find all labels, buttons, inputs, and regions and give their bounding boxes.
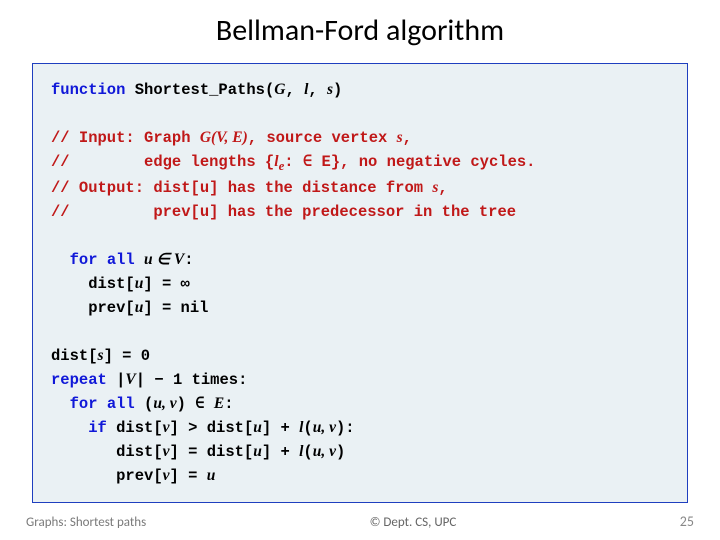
code-line: dist[s] = 0 [51,344,669,368]
keyword-function: function [51,81,125,99]
function-name: Shortest_Paths( [125,81,274,99]
code-line: prev[u] = nil [51,296,669,320]
paren: ) [333,81,342,99]
footer-center: © Dept. CS, UPC [370,515,457,530]
blank-line [51,224,669,248]
param-G: G [274,81,285,98]
footer-left: Graphs: Shortest paths [26,515,146,530]
code-line: prev[v] = u [51,464,669,488]
footer-page-number: 25 [680,513,694,530]
comment-line: // Input: Graph G(V, E), source vertex s… [51,126,669,150]
slide-footer: Graphs: Shortest paths © Dept. CS, UPC 2… [0,513,720,530]
sep: , [285,81,304,99]
sep: , [308,81,327,99]
blank-line [51,102,669,126]
pseudocode-box: function Shortest_Paths(G, l, s) // Inpu… [32,63,688,503]
blank-line [51,320,669,344]
code-line: for all (u, v) ∈ E: [51,392,669,416]
code-line: repeat |V| − 1 times: [51,368,669,392]
code-line: function Shortest_Paths(G, l, s) [51,78,669,102]
comment-line: // edge lengths {le: ∈ E}, no negative c… [51,150,669,176]
code-line: dist[u] = ∞ [51,272,669,296]
slide-title: Bellman-Ford algorithm [0,0,720,57]
code-line: if dist[v] > dist[u] + l(u, v): [51,416,669,440]
code-line: dist[v] = dist[u] + l(u, v) [51,440,669,464]
code-line: for all u ∈ V: [51,248,669,272]
comment-line: // Output: dist[u] has the distance from… [51,176,669,200]
comment-line: // prev[u] has the predecessor in the tr… [51,200,669,224]
